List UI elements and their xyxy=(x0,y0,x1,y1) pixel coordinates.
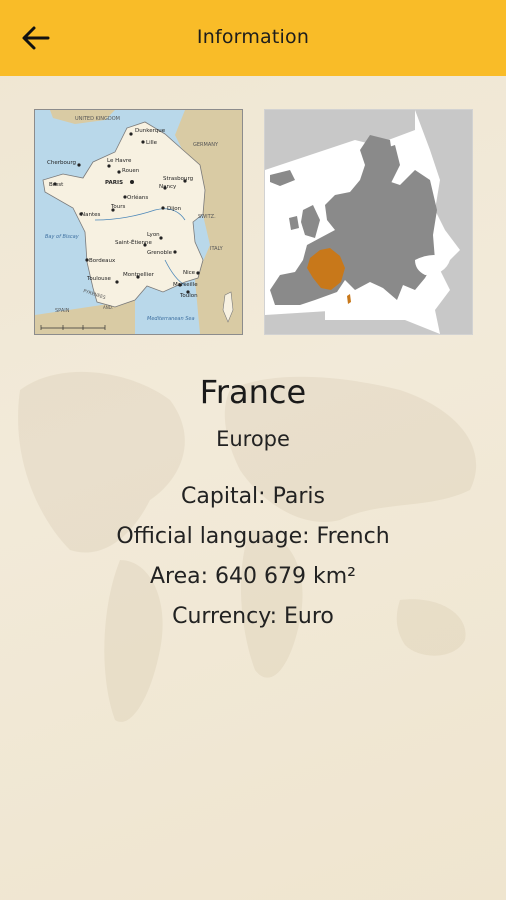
map-label-germany: GERMANY xyxy=(193,142,219,148)
map-label-montpellier: Montpellier xyxy=(123,272,155,278)
map-label-uk: UNITED KINGDOM xyxy=(75,116,120,122)
map-label-switzerland: SWITZ. xyxy=(198,214,216,220)
map-label-tours: Tours xyxy=(110,204,126,210)
fact-value: Paris xyxy=(272,484,325,509)
map-label-toulouse: Toulouse xyxy=(86,276,112,282)
map-label-nantes: Nantes xyxy=(81,212,101,218)
fact-value: 640 679 km² xyxy=(215,564,356,589)
map-label-cherbourg: Cherbourg xyxy=(47,160,76,166)
fact-label: Official language: xyxy=(116,524,317,549)
map-label-toulon: Toulon xyxy=(179,293,198,299)
map-label-paris: PARIS xyxy=(105,180,123,186)
fact-value: Euro xyxy=(284,604,334,629)
app-bar: Information xyxy=(0,0,506,76)
fact-label: Capital: xyxy=(181,484,273,509)
map-label-spain: SPAIN xyxy=(55,308,70,314)
map-label-le-havre: Le Havre xyxy=(107,158,132,164)
map-label-brest: Brest xyxy=(49,182,64,188)
fact-label: Currency: xyxy=(172,604,285,629)
map-label-marseille: Marseille xyxy=(173,282,198,288)
map-label-bay-of-biscay: Bay of Biscay xyxy=(45,234,80,240)
france-map: UNITED KINGDOM Dunkerque Lille GERMANY C… xyxy=(34,109,243,335)
map-label-bordeaux: Bordeaux xyxy=(89,258,116,264)
map-label-italy: ITALY xyxy=(210,246,224,252)
continent: Europe xyxy=(216,427,290,451)
fact-currency: Currency: Euro xyxy=(0,604,506,629)
fact-label: Area: xyxy=(149,564,216,589)
map-label-orleans: Orléans xyxy=(127,194,148,201)
fact-area: Area: 640 679 km² xyxy=(0,564,506,589)
map-label-rouen: Rouen xyxy=(122,168,140,174)
map-label-lyon: Lyon xyxy=(147,232,160,238)
fact-value: French xyxy=(316,524,390,549)
map-label-strasbourg: Strasbourg xyxy=(163,176,193,182)
fact-capital: Capital: Paris xyxy=(0,484,506,509)
fact-official-language: Official language: French xyxy=(0,524,506,549)
map-label-dijon: Dijon xyxy=(167,206,182,212)
page-title: Information xyxy=(196,26,310,48)
map-label-grenoble: Grenoble xyxy=(147,250,173,256)
map-label-mediterranean: Mediterranean Sea xyxy=(147,316,195,322)
country-name: France xyxy=(199,373,307,411)
map-label-nancy: Nancy xyxy=(159,184,177,190)
map-label-nice: Nice xyxy=(183,270,196,276)
map-label-saint-etienne: Saint-Étienne xyxy=(115,238,153,246)
map-label-andorra: AND. xyxy=(103,305,113,310)
map-label-dunkerque: Dunkerque xyxy=(135,128,166,134)
europe-locator-map xyxy=(264,109,473,335)
map-label-lille: Lille xyxy=(146,140,158,146)
